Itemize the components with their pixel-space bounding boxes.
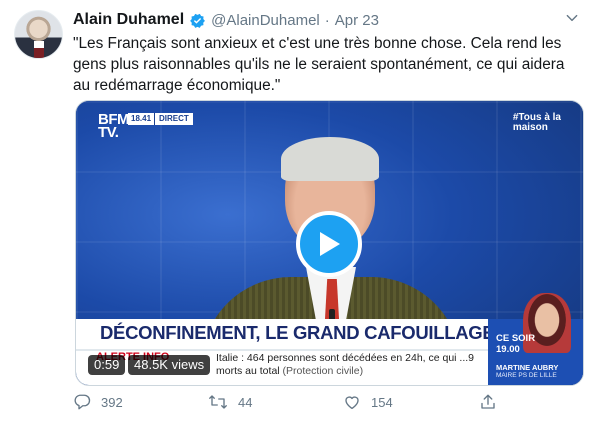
handle[interactable]: @AlainDuhamel	[211, 12, 320, 29]
guest-schedule: CE SOIR 19.00	[496, 333, 535, 355]
share-button[interactable]	[479, 393, 507, 411]
retweet-count: 44	[238, 394, 253, 410]
guest-name: MARTINE AUBRY	[496, 363, 559, 372]
like-icon	[345, 396, 359, 410]
guest-schedule-line1: CE SOIR	[496, 333, 536, 344]
verified-icon	[189, 12, 206, 29]
channel-logo: BFM TV.	[98, 112, 130, 140]
guest-schedule-line2: 19.00	[496, 344, 520, 355]
video-views: 48.5K views	[128, 355, 211, 375]
tweet-actions: 392 44 154	[73, 393, 513, 417]
tweet-header: Alain Duhamel @AlainDuhamel · Apr 23	[73, 9, 579, 31]
share-icon	[481, 394, 495, 409]
video-player[interactable]: BFM TV. 18.41 DIRECT #Tous à la maison D…	[75, 100, 584, 386]
speaker-hair	[281, 137, 379, 181]
reply-icon	[74, 394, 91, 410]
news-banner: DÉCONFINEMENT, LE GRAND CAFOUILLAGE ?	[76, 319, 511, 349]
guest-role: MAIRE PS DE LILLE	[496, 372, 557, 379]
like-button[interactable]: 154	[343, 393, 393, 411]
corner-hashtag-line2: maison	[512, 122, 548, 133]
news-banner-text: DÉCONFINEMENT, LE GRAND CAFOUILLAGE ?	[100, 322, 511, 343]
separator-dot: ·	[324, 11, 330, 29]
video-duration: 0:59	[88, 355, 126, 375]
like-count: 154	[371, 394, 393, 410]
retweet-icon	[209, 395, 227, 409]
live-label: DIRECT	[154, 113, 193, 125]
live-time: 18.41	[128, 113, 155, 125]
ticker-text: Italie : 464 personnes sont décédées en …	[216, 352, 486, 378]
live-badge: 18.41 DIRECT	[128, 113, 193, 125]
reply-button[interactable]: 392	[73, 393, 123, 411]
retweet-button[interactable]: 44	[208, 393, 252, 411]
tweet-text: "Les Français sont anxieux et c'est une …	[73, 35, 565, 94]
avatar[interactable]	[14, 10, 63, 59]
tweet-date[interactable]: Apr 23	[335, 12, 379, 29]
ticker-source: (Protection civile)	[282, 365, 364, 377]
reply-count: 392	[101, 394, 123, 410]
play-icon	[320, 232, 340, 256]
chevron-down-icon[interactable]	[565, 11, 579, 30]
display-name[interactable]: Alain Duhamel	[73, 11, 184, 29]
upcoming-guest-panel: CE SOIR 19.00 MARTINE AUBRY MAIRE PS DE …	[488, 293, 583, 385]
corner-hashtag: #Tous à la maison	[513, 113, 561, 133]
play-button[interactable]	[296, 211, 362, 277]
